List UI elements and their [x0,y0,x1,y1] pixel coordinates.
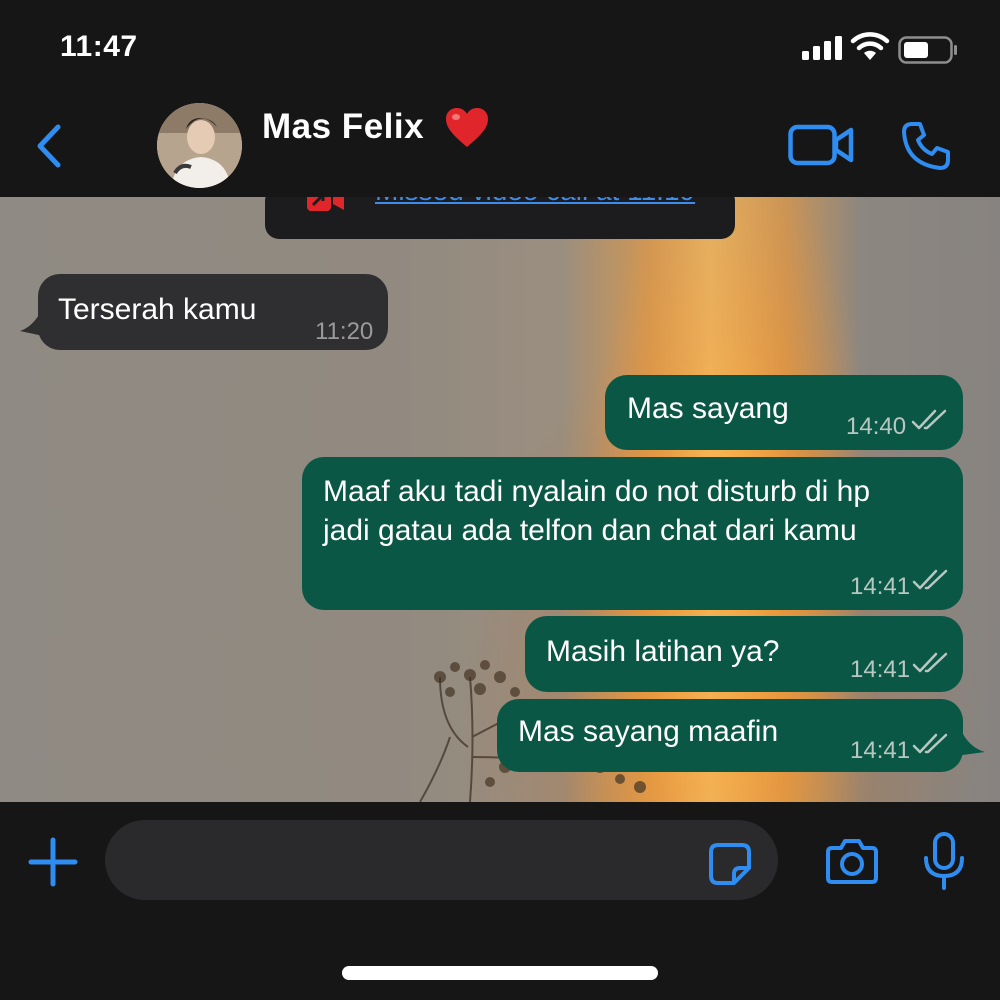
red-heart-emoji-icon [446,108,488,147]
message-text-line-1: Maaf aku tadi nyalain do not disturb di … [323,475,871,508]
message-time: 11:20 [315,318,374,345]
status-bar: 11:47 [0,0,1000,95]
message-bubble-outgoing[interactable]: Masih latihan ya? 14:41 [525,616,963,692]
avatar-photo [157,103,242,188]
voice-call-icon[interactable] [900,120,952,172]
bubble-tail-outgoing [955,730,985,756]
read-receipt-icon [912,652,948,673]
read-receipt-icon [912,569,948,590]
message-composer [0,802,1000,1000]
microphone-icon[interactable] [922,832,966,890]
cellular-signal-icon [802,36,842,60]
missed-call-link[interactable]: Missed video call at 11:19 [375,197,695,207]
camera-icon[interactable] [826,838,878,884]
message-text: Masih latihan ya? [546,635,780,668]
home-indicator[interactable] [342,966,658,980]
message-time: 14:40 [846,413,907,440]
sticker-icon[interactable] [708,842,752,886]
message-text: Mas sayang [627,392,789,425]
wifi-icon [850,32,890,60]
contact-avatar[interactable] [157,103,242,188]
status-time: 11:47 [60,30,138,63]
message-bubble-outgoing[interactable]: Mas sayang 14:40 [605,375,963,450]
video-call-icon[interactable] [788,123,854,167]
message-text: Terserah kamu [58,293,257,326]
read-receipt-icon [911,409,947,430]
back-chevron-icon[interactable] [30,123,70,169]
message-bubble-incoming[interactable]: Terserah kamu 11:20 [38,274,388,350]
message-time: 14:41 [850,737,911,764]
plus-icon[interactable] [28,837,78,887]
message-text: Mas sayang maafin [518,715,779,748]
message-bubble-outgoing[interactable]: Maaf aku tadi nyalain do not disturb di … [302,457,963,610]
message-time: 14:41 [850,573,911,600]
battery-icon [898,36,957,64]
contact-name[interactable]: Mas Felix [262,107,424,147]
chat-header: Mas Felix [0,95,1000,197]
message-input[interactable] [105,820,778,900]
message-text-line-2: jadi gatau ada telfon dan chat dari kamu [323,514,857,547]
chat-messages-area[interactable]: Missed video call at 11:19 Terserah kamu… [0,197,1000,802]
message-time: 14:41 [850,656,911,683]
read-receipt-icon [912,733,948,754]
message-bubble-outgoing[interactable]: Mas sayang maafin 14:41 [497,699,963,772]
missed-video-call-icon [307,197,344,211]
missed-video-call-notice[interactable]: Missed video call at 11:19 [265,197,735,239]
